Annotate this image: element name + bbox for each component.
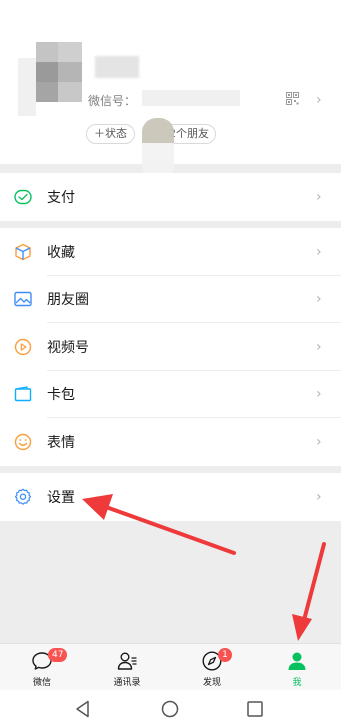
- menu-item-cards[interactable]: 卡包 ›: [0, 371, 341, 418]
- menu-item-pay[interactable]: 支付 ›: [0, 173, 341, 221]
- menu-item-settings[interactable]: 设置 ›: [0, 473, 341, 521]
- nickname-blurred: [95, 56, 139, 78]
- bottom-tab-bar: 47 微信 通讯录 1 发现 我: [0, 643, 341, 690]
- friend-avatar: [142, 118, 174, 180]
- chevron-right-icon: ›: [316, 243, 322, 260]
- home-circle-icon[interactable]: [159, 698, 181, 720]
- pay-icon: [14, 189, 32, 204]
- menu-item-stickers[interactable]: 表情 ›: [0, 418, 341, 466]
- settings-gear-icon: [14, 488, 32, 505]
- tab-contacts[interactable]: 通讯录: [97, 644, 157, 691]
- profile-card[interactable]: 微信号： › ＋状态 2个朋友: [0, 0, 341, 180]
- menu-item-favorites[interactable]: 收藏 ›: [0, 228, 341, 276]
- sticker-smile-icon: [14, 433, 32, 450]
- settings-group: 设置 ›: [0, 473, 341, 521]
- arrow-to-me-tab: [292, 542, 326, 641]
- contacts-icon: [117, 652, 137, 670]
- tab-label: 通讯录: [113, 678, 141, 688]
- qr-code-icon[interactable]: [286, 92, 299, 105]
- channels-play-icon: [14, 338, 32, 355]
- back-triangle-icon[interactable]: [72, 698, 94, 720]
- me-person-icon: [288, 652, 306, 670]
- wechat-id-blurred: [142, 90, 240, 106]
- unread-badge: 47: [48, 648, 68, 662]
- menu-item-label: 设置: [47, 489, 75, 506]
- tab-chats[interactable]: 47 微信: [12, 644, 72, 691]
- tab-discover[interactable]: 1 发现: [182, 644, 242, 691]
- chevron-right-icon: ›: [316, 488, 322, 505]
- menu-item-label: 视频号: [47, 339, 89, 356]
- chevron-right-icon: ›: [316, 433, 322, 450]
- chevron-right-icon: ›: [316, 291, 322, 308]
- unread-badge: 1: [218, 648, 232, 662]
- favorites-cube-icon: [15, 243, 31, 260]
- wechat-id-label: 微信号：: [88, 94, 137, 108]
- menu-item-label: 收藏: [47, 244, 75, 261]
- menu-item-label: 朋友圈: [47, 292, 89, 309]
- chevron-right-icon: ›: [316, 92, 322, 108]
- tab-label: 发现: [202, 678, 221, 688]
- moments-image-icon: [14, 292, 32, 307]
- pay-group: 支付 ›: [0, 173, 341, 221]
- avatar[interactable]: [18, 42, 82, 116]
- chevron-right-icon: ›: [316, 386, 322, 403]
- card-wallet-icon: [14, 386, 32, 402]
- menu-item-label: 卡包: [47, 387, 75, 404]
- features-group: 收藏 › 朋友圈 › 视频号 › 卡包 › 表情 ›: [0, 228, 341, 466]
- tab-label: 微信: [32, 678, 51, 688]
- chevron-right-icon: ›: [316, 338, 322, 355]
- chevron-right-icon: ›: [316, 188, 322, 205]
- system-navigation-bar: [0, 690, 341, 728]
- menu-item-moments[interactable]: 朋友圈 ›: [0, 276, 341, 323]
- recents-square-icon[interactable]: [244, 698, 266, 720]
- tab-me[interactable]: 我: [267, 644, 327, 691]
- menu-item-label: 表情: [47, 434, 75, 451]
- menu-item-label: 支付: [47, 189, 75, 206]
- tab-label: 我: [292, 678, 302, 688]
- add-status-button[interactable]: ＋状态: [86, 124, 135, 144]
- menu-item-channels[interactable]: 视频号 ›: [0, 323, 341, 371]
